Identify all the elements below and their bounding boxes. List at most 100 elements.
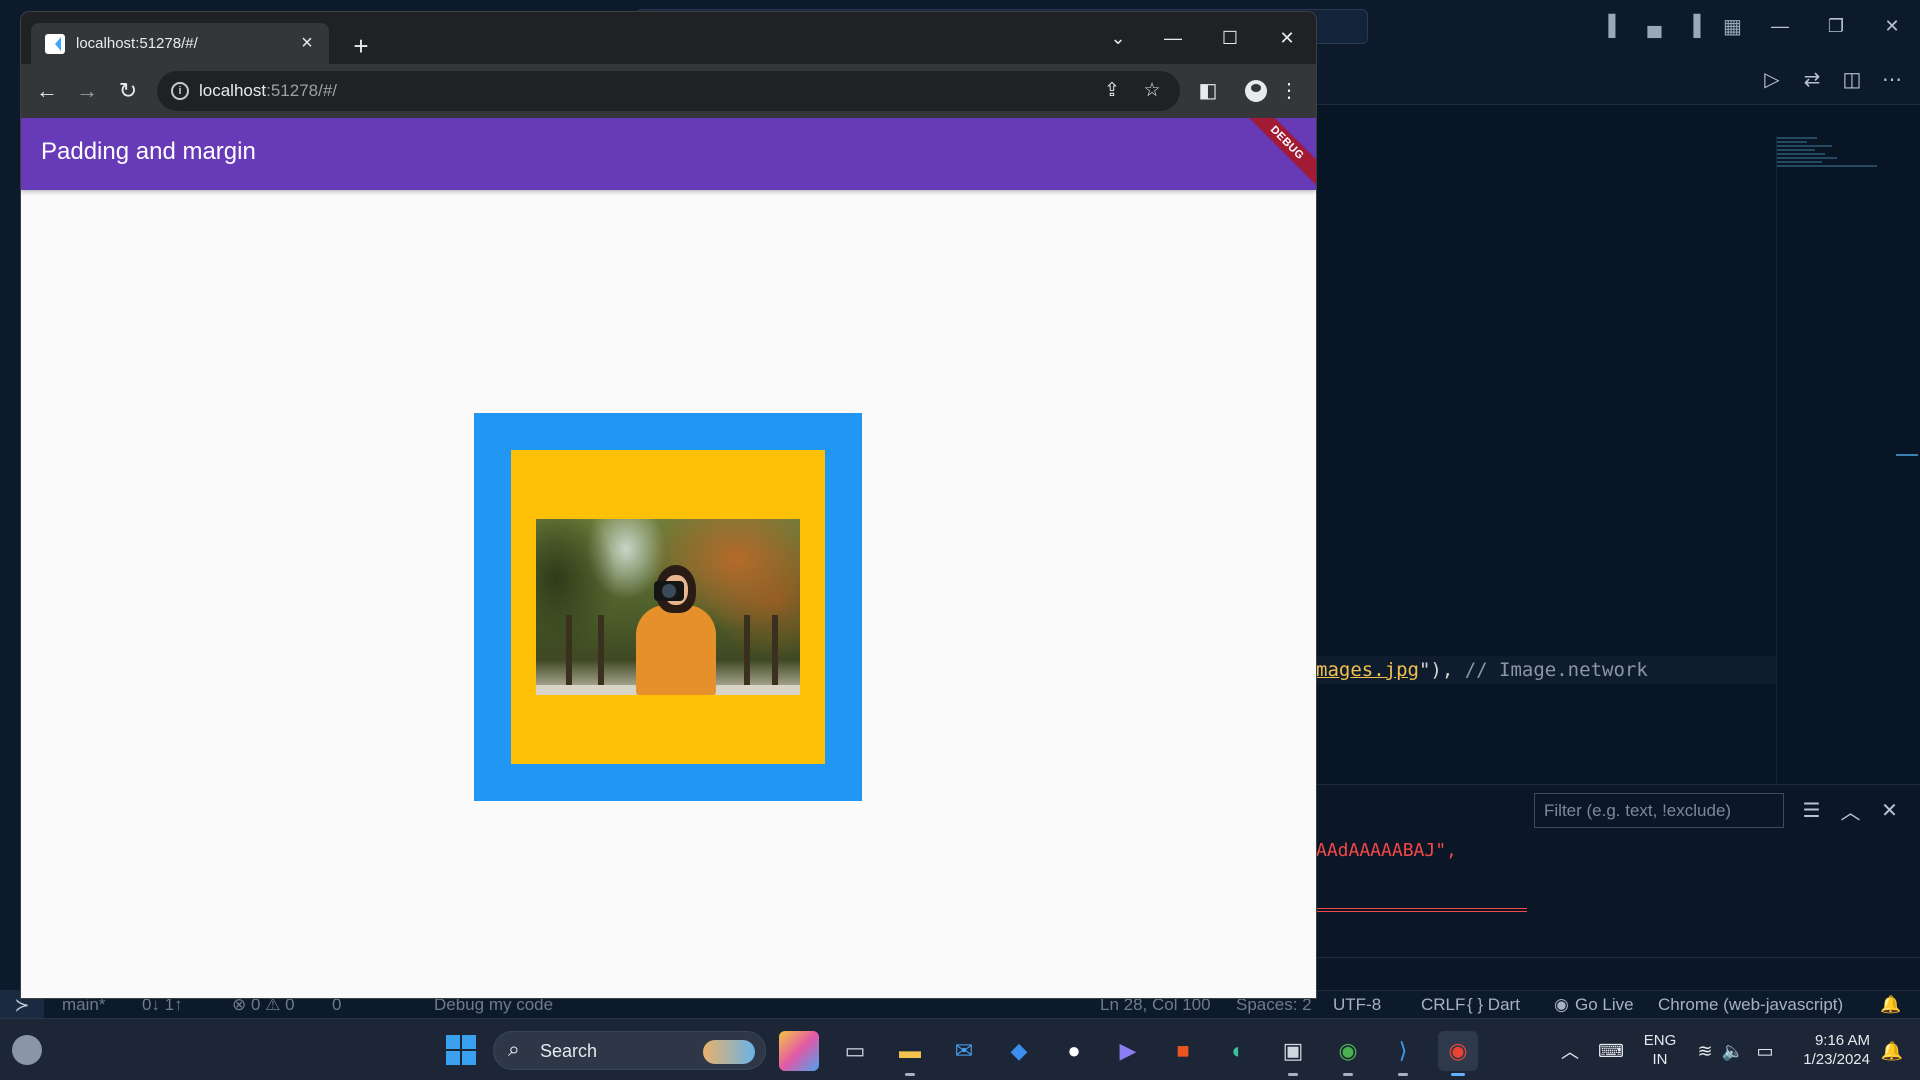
reload-icon[interactable]: ↻ bbox=[112, 75, 144, 107]
address-url: localhost:51278/#/ bbox=[199, 81, 337, 101]
vscode-restore-icon[interactable]: ❐ bbox=[1808, 0, 1864, 53]
vscode-minimap[interactable] bbox=[1777, 135, 1897, 205]
code-string: mages.jpg bbox=[1316, 659, 1419, 681]
windows-taskbar: ⌕ Search ▭ ▬ ✉ ◆ ● ▶ ■ ◐ ▣ ◉ ⟩ ◉ ︿ ⌨ ENG… bbox=[0, 1018, 1920, 1080]
vscode-close-icon[interactable]: ✕ bbox=[1864, 0, 1920, 53]
input-language[interactable]: ENG IN bbox=[1640, 1031, 1680, 1069]
forward-arrow-icon[interactable]: → bbox=[71, 75, 103, 107]
clock-time: 9:16 AM bbox=[1814, 1032, 1870, 1049]
code-comment: // Image.network bbox=[1464, 659, 1648, 681]
more-actions-icon[interactable]: ⋯ bbox=[1876, 67, 1908, 92]
status-spaces[interactable]: Spaces: 2 bbox=[1236, 995, 1312, 1015]
side-panel-icon[interactable]: ◧ bbox=[1192, 75, 1224, 107]
clock-date: 1/23/2024 bbox=[1803, 1051, 1870, 1068]
dropbox-icon[interactable]: ◆ bbox=[999, 1031, 1039, 1071]
tray-overflow-icon[interactable]: ︿ bbox=[1550, 1031, 1590, 1071]
taskbar-clock[interactable]: 9:16 AM 1/23/2024 bbox=[1790, 1031, 1870, 1069]
app-bar: Padding and margin DEBUG bbox=[21, 118, 1316, 192]
inner-padding-container bbox=[511, 450, 825, 764]
camera-icon bbox=[654, 581, 684, 601]
toggle-primary-sidebar-icon[interactable]: ▌ bbox=[1596, 0, 1635, 53]
chrome-tabstrip: localhost:51278/#/ × + ⌄ — ☐ ✕ bbox=[21, 12, 1316, 64]
chrome-icon[interactable]: ◉ bbox=[1438, 1031, 1478, 1076]
weather-widget-icon[interactable] bbox=[12, 1035, 42, 1065]
back-arrow-icon[interactable]: ← bbox=[31, 75, 63, 107]
status-debug[interactable]: Debug my code bbox=[434, 995, 553, 1015]
chrome-profile-icon[interactable]: ◉ bbox=[1328, 1031, 1368, 1076]
status-ports[interactable]: 0 bbox=[332, 995, 341, 1015]
edge-icon[interactable]: ◐ bbox=[1218, 1031, 1258, 1071]
profile-avatar-icon[interactable] bbox=[1245, 80, 1267, 102]
taskbar-search[interactable]: ⌕ Search bbox=[493, 1031, 766, 1070]
status-target[interactable]: Chrome (web-javascript) bbox=[1658, 995, 1843, 1015]
code-punctuation: "), bbox=[1418, 659, 1454, 681]
page-title: Padding and margin bbox=[41, 138, 256, 165]
task-view-icon[interactable]: ▭ bbox=[835, 1031, 875, 1071]
search-icon: ⌕ bbox=[508, 1038, 520, 1061]
vscode-editor-tabs: ▷ ⇄ ◫ ⋯ bbox=[1316, 53, 1920, 105]
debug-banner: DEBUG bbox=[1238, 118, 1316, 192]
maximize-panel-icon[interactable]: ︿ bbox=[1831, 796, 1870, 825]
code-line[interactable]: mages.jpg"), // Image.network bbox=[1316, 656, 1776, 684]
status-golive[interactable]: Go Live bbox=[1575, 995, 1634, 1015]
chrome-close-icon[interactable]: ✕ bbox=[1262, 20, 1312, 56]
copilot-app-icon[interactable] bbox=[779, 1031, 819, 1071]
status-branch[interactable]: main* bbox=[62, 995, 105, 1015]
vscode-icon[interactable]: ⟩ bbox=[1383, 1031, 1423, 1076]
scrollbar-marker[interactable] bbox=[1896, 454, 1918, 456]
lang-region: IN bbox=[1652, 1051, 1668, 1068]
chrome-window: localhost:51278/#/ × + ⌄ — ☐ ✕ ← → ↻ i l… bbox=[21, 12, 1316, 998]
battery-icon[interactable]: ▭ bbox=[1745, 1031, 1785, 1071]
tree-trunk bbox=[744, 615, 750, 685]
start-button-icon[interactable] bbox=[446, 1035, 476, 1065]
address-bar[interactable]: i localhost:51278/#/ ⇪ ☆ bbox=[157, 71, 1180, 111]
notification-center-icon[interactable]: 🔔 bbox=[1872, 1031, 1912, 1071]
status-encoding[interactable]: UTF-8 bbox=[1333, 995, 1381, 1015]
ubuntu-icon[interactable]: ■ bbox=[1163, 1031, 1203, 1071]
status-sync[interactable]: 0↓ 1↑ bbox=[142, 995, 183, 1015]
chrome-maximize-icon[interactable]: ☐ bbox=[1205, 20, 1255, 56]
status-language[interactable]: { } Dart bbox=[1467, 995, 1520, 1015]
close-panel-icon[interactable]: ✕ bbox=[1870, 798, 1909, 823]
status-eol[interactable]: CRLF bbox=[1421, 995, 1465, 1015]
keyboard-icon[interactable]: ⌨ bbox=[1591, 1031, 1631, 1071]
tree-trunk bbox=[598, 615, 604, 685]
toggle-panel-icon[interactable]: ▄ bbox=[1635, 0, 1674, 53]
chrome-minimize-icon[interactable]: — bbox=[1148, 20, 1198, 56]
compare-changes-icon[interactable]: ⇄ bbox=[1796, 67, 1828, 92]
mail-icon[interactable]: ✉ bbox=[944, 1031, 984, 1071]
customize-layout-icon[interactable]: ▦ bbox=[1713, 0, 1752, 53]
chrome-menu-icon[interactable]: ⋮ bbox=[1273, 75, 1305, 107]
status-problems[interactable]: ⊗ 0 ⚠ 0 bbox=[232, 995, 295, 1015]
tree-trunk bbox=[566, 615, 572, 685]
run-icon[interactable]: ▷ bbox=[1756, 67, 1788, 92]
site-info-icon[interactable]: i bbox=[171, 82, 189, 100]
chrome-toolbar: ← → ↻ i localhost:51278/#/ ⇪ ☆ ◧ ⋮ bbox=[21, 64, 1316, 118]
tab-close-icon[interactable]: × bbox=[295, 31, 319, 55]
flutter-app-viewport: Padding and margin DEBUG bbox=[21, 118, 1316, 998]
clear-output-icon[interactable]: ☰ bbox=[1792, 798, 1831, 823]
panel-divider bbox=[1316, 957, 1920, 958]
split-editor-icon[interactable]: ◫ bbox=[1836, 67, 1868, 92]
panel-filter-input[interactable]: Filter (e.g. text, !exclude) bbox=[1534, 793, 1784, 828]
vscode-layout-controls: ▌ ▄ ▐ ▦ — ❐ ✕ bbox=[1596, 0, 1920, 53]
bookmark-star-icon[interactable]: ☆ bbox=[1138, 79, 1166, 103]
tab-search-chevron-icon[interactable]: ⌄ bbox=[1103, 28, 1133, 58]
output-error-underline bbox=[1316, 908, 1527, 912]
toggle-secondary-sidebar-icon[interactable]: ▐ bbox=[1674, 0, 1713, 53]
go-live-icon: ◉ bbox=[1554, 995, 1569, 1014]
vscode-activity-bar bbox=[0, 53, 21, 998]
clipchamp-icon[interactable]: ▶ bbox=[1108, 1031, 1148, 1071]
minimap-separator bbox=[1776, 135, 1777, 785]
vscode-minimize-icon[interactable]: — bbox=[1752, 0, 1808, 53]
browser-tab[interactable]: localhost:51278/#/ × bbox=[31, 23, 329, 64]
status-position[interactable]: Ln 28, Col 100 bbox=[1100, 995, 1211, 1015]
new-tab-button[interactable]: + bbox=[347, 32, 375, 60]
terminal-icon[interactable]: ▣ bbox=[1273, 1031, 1313, 1076]
file-explorer-icon[interactable]: ▬ bbox=[890, 1031, 930, 1076]
lang-code: ENG bbox=[1643, 1032, 1677, 1049]
share-icon[interactable]: ⇪ bbox=[1098, 79, 1126, 103]
github-icon[interactable]: ● bbox=[1054, 1031, 1094, 1071]
tree-trunk bbox=[772, 615, 778, 685]
notifications-icon[interactable]: 🔔 bbox=[1880, 995, 1901, 1015]
